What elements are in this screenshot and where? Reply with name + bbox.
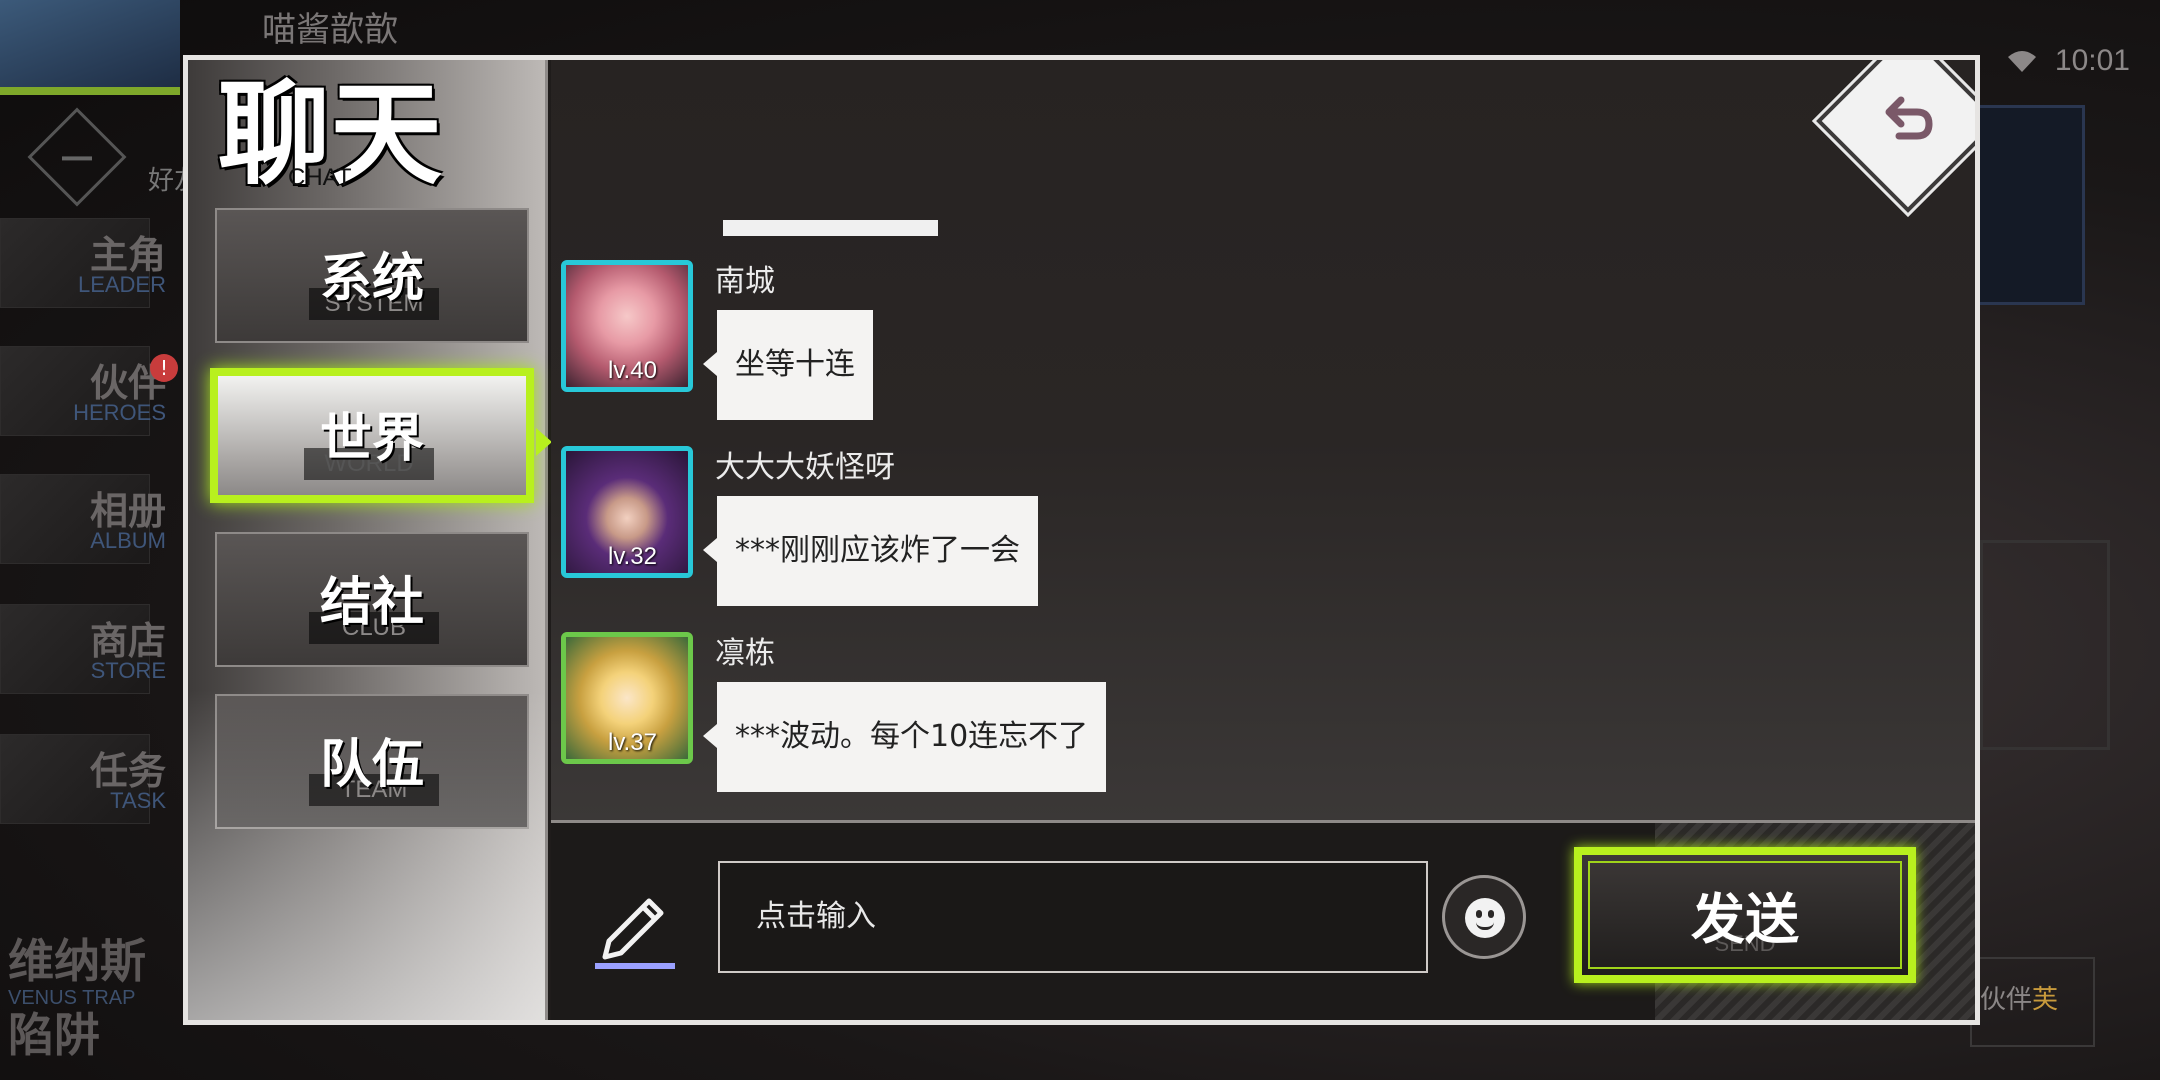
- input-bar: 点击输入 SEND 发送: [551, 820, 1975, 1020]
- sender-name: 南城: [715, 264, 775, 299]
- pencil-icon: [595, 898, 675, 969]
- nav-leader: 主角 LEADER: [0, 210, 180, 320]
- message-bubble: ***刚刚应该炸了一会: [703, 496, 1038, 606]
- chat-title-en: CHAT: [288, 164, 352, 191]
- status-bar: 10:01: [2005, 44, 2130, 78]
- nav-heroes: 伙伴 HEROES: [0, 338, 180, 448]
- smiley-icon: [1465, 898, 1505, 938]
- message-bubble: ***波动。每个10连忘不了: [702, 682, 1107, 792]
- clock: 10:01: [2054, 44, 2130, 77]
- player-username: 喵酱歆歆: [262, 10, 398, 50]
- background-arrow: [1980, 540, 2110, 750]
- sender-name: 凛栋: [715, 636, 775, 671]
- emoji-button[interactable]: [1442, 875, 1526, 959]
- level-label: lv.37: [608, 729, 657, 756]
- sender-name: 大大大妖怪呀: [715, 450, 895, 485]
- tab-label: 系统: [319, 249, 424, 309]
- event-banner: 维纳斯 VENUS TRAP 陷阱: [8, 934, 146, 1062]
- nav-store: 商店 STORE: [0, 596, 180, 706]
- send-button[interactable]: SEND 发送: [1574, 847, 1916, 983]
- tab-label: 结社: [319, 573, 424, 633]
- avatar[interactable]: lv.40: [561, 260, 693, 392]
- partner-button-bg: 伙伴芙: [1970, 957, 2095, 1047]
- message-bubble-partial: [723, 220, 938, 236]
- minus-icon: [27, 107, 127, 207]
- send-label: 发送: [1691, 888, 1799, 951]
- avatar[interactable]: lv.32: [561, 446, 693, 578]
- undo-arrow-icon: [1885, 96, 1933, 140]
- nav-task: 任务 TASK: [0, 726, 180, 836]
- message-bubble: 坐等十连: [703, 310, 873, 420]
- chat-sidebar: 聊天 CHAT 系统 SYSTEM 世界 WORLD 结社 CLUB 队伍 TE…: [188, 60, 552, 1020]
- tab-team[interactable]: 队伍 TEAM: [215, 694, 529, 829]
- tab-world[interactable]: 世界 WORLD: [210, 368, 552, 503]
- chat-input[interactable]: 点击输入: [718, 861, 1428, 973]
- avatar[interactable]: lv.37: [561, 632, 693, 764]
- tab-club[interactable]: 结社 CLUB: [215, 532, 529, 667]
- nav-album: 相册 ALBUM: [0, 466, 180, 576]
- player-portrait: [0, 0, 180, 95]
- notification-badge: !: [150, 354, 178, 382]
- level-label: lv.32: [608, 543, 657, 570]
- tab-system[interactable]: 系统 SYSTEM: [215, 208, 529, 343]
- wifi-icon: [2007, 51, 2036, 72]
- tab-label: 世界: [319, 409, 424, 469]
- tab-label: 队伍: [319, 735, 424, 795]
- level-label: lv.40: [608, 357, 657, 384]
- chat-dialog: 聊天 CHAT 系统 SYSTEM 世界 WORLD 结社 CLUB 队伍 TE…: [183, 55, 1980, 1025]
- message-list[interactable]: lv.40 南城 坐等十连 lv.32 大大大妖怪呀 ***刚刚应该炸了一会 l…: [551, 60, 1975, 820]
